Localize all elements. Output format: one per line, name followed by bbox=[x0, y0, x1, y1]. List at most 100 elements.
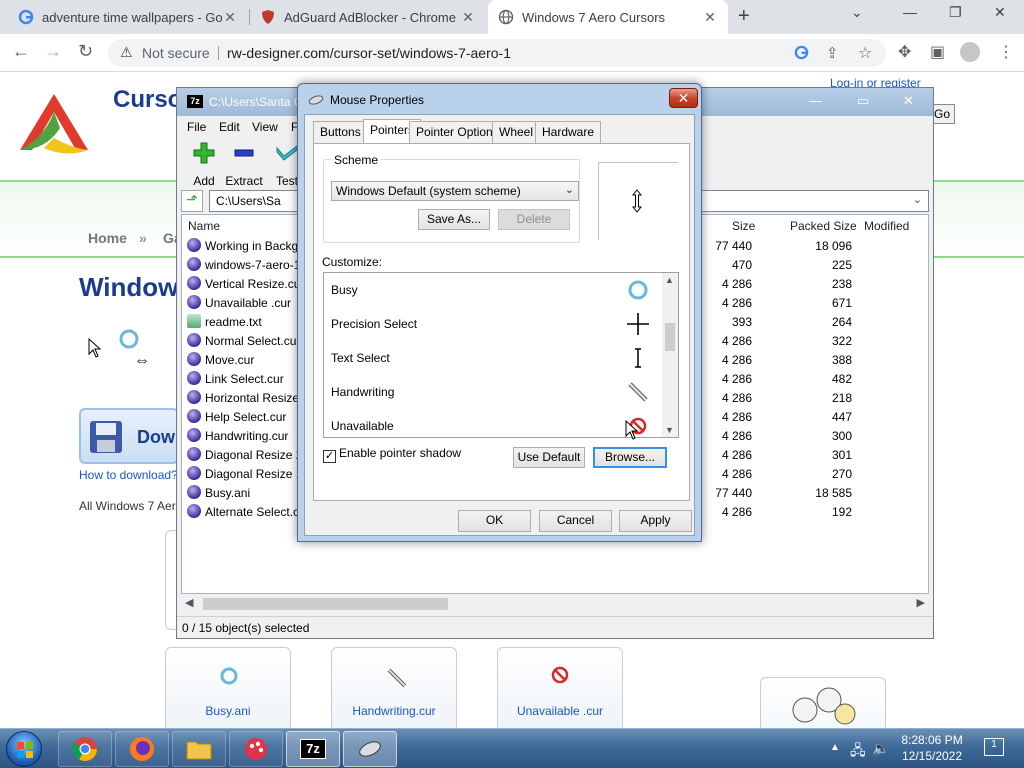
tab-hardware[interactable]: Hardware bbox=[535, 121, 602, 143]
address-bar[interactable]: ⚠ Not secure rw-designer.com/cursor-set/… bbox=[108, 39, 886, 67]
tab-close-icon[interactable]: ✕ bbox=[222, 9, 238, 26]
path-text: C:\Users\Sa bbox=[216, 194, 281, 208]
cursor-card-busy[interactable]: Busy.ani bbox=[165, 647, 291, 728]
scroll-thumb[interactable] bbox=[665, 323, 675, 351]
url-text[interactable]: rw-designer.com/cursor-set/windows-7-aer… bbox=[227, 45, 511, 61]
column-packed-size[interactable]: Packed Size bbox=[790, 219, 857, 233]
ok-button[interactable]: OK bbox=[458, 510, 531, 532]
taskbar-7zip[interactable]: 7z bbox=[286, 731, 340, 767]
cursor-file-icon bbox=[187, 428, 201, 442]
maximize-icon[interactable]: ▭ bbox=[857, 93, 869, 109]
card-name[interactable]: Unavailable .cur bbox=[498, 704, 622, 718]
tab-search-chevron-icon[interactable]: ⌄ bbox=[851, 4, 863, 21]
tab-wheel[interactable]: Wheel bbox=[492, 121, 541, 143]
side-panel-icon[interactable]: ▣ bbox=[930, 42, 945, 62]
download-label[interactable]: Dow bbox=[137, 427, 175, 448]
apply-button[interactable]: Apply bbox=[619, 510, 692, 532]
show-hidden-icons-icon[interactable]: ▲ bbox=[830, 742, 840, 753]
extensions-puzzle-icon[interactable]: ✥ bbox=[898, 42, 911, 62]
menu-file[interactable]: File bbox=[187, 120, 206, 134]
forward-arrow-icon[interactable]: → bbox=[44, 41, 62, 62]
file-name: Diagonal Resize 1. bbox=[205, 467, 306, 481]
new-tab-button[interactable]: + bbox=[738, 5, 750, 28]
file-name: Diagonal Resize 2. bbox=[205, 448, 306, 462]
minimize-icon[interactable]: — bbox=[809, 93, 822, 108]
system-clock[interactable]: 8:28:06 PM 12/15/2022 bbox=[894, 732, 970, 764]
restore-icon[interactable]: ❐ bbox=[949, 4, 962, 21]
scheme-dropdown[interactable]: Windows Default (system scheme) ⌄ bbox=[331, 181, 579, 201]
7zip-icon: 7z bbox=[300, 739, 326, 759]
taskbar-mouse-properties[interactable] bbox=[343, 731, 397, 767]
taskbar-paint-app[interactable] bbox=[229, 731, 283, 767]
pointer-list[interactable]: Busy Precision Select Text Select Handwr… bbox=[323, 272, 679, 438]
cursor-file-icon bbox=[187, 352, 201, 366]
cursor-card-unavailable[interactable]: Unavailable .cur bbox=[497, 647, 623, 728]
warning-triangle-icon[interactable]: ⚠ bbox=[120, 44, 133, 61]
volume-icon[interactable]: 🔈 bbox=[872, 740, 889, 757]
notification-center-icon[interactable]: 1 bbox=[984, 738, 1004, 756]
close-window-icon[interactable]: ✕ bbox=[994, 4, 1006, 21]
security-label[interactable]: Not secure bbox=[142, 45, 210, 61]
close-icon[interactable]: ✕ bbox=[903, 93, 914, 109]
column-modified[interactable]: Modified bbox=[864, 219, 909, 233]
taskbar-file-explorer[interactable] bbox=[172, 731, 226, 767]
tab-buttons[interactable]: Buttons bbox=[313, 121, 368, 143]
check-icon bbox=[276, 144, 298, 161]
card-name[interactable]: Busy.ani bbox=[166, 704, 290, 718]
file-name: Working in Backg bbox=[205, 239, 299, 253]
pointer-row-busy[interactable]: Busy bbox=[324, 273, 664, 307]
bookmark-star-icon[interactable]: ☆ bbox=[858, 43, 872, 63]
dialog-close-button[interactable]: ✕ bbox=[669, 88, 698, 108]
folder-up-icon[interactable]: ⬏ bbox=[181, 190, 203, 212]
how-to-download-link[interactable]: How to download? bbox=[79, 468, 178, 482]
share-icon[interactable]: ⇪ bbox=[826, 44, 839, 62]
tab-adventure-time[interactable]: adventure time wallpapers - Goo ✕ bbox=[8, 0, 248, 34]
pointer-row-handwriting[interactable]: Handwriting bbox=[324, 375, 664, 409]
reload-icon[interactable]: ↻ bbox=[78, 41, 93, 62]
tab-close-icon[interactable]: ✕ bbox=[460, 9, 476, 26]
pointer-row-precision-select[interactable]: Precision Select bbox=[324, 307, 664, 341]
pointer-row-text-select[interactable]: Text Select bbox=[324, 341, 664, 375]
scroll-up-icon[interactable]: ▲ bbox=[665, 275, 674, 285]
scroll-left-icon[interactable]: ◀ bbox=[185, 596, 193, 609]
minimize-icon[interactable]: — bbox=[903, 4, 917, 20]
cursor-file-icon bbox=[187, 371, 201, 385]
cursor-card-handwriting[interactable]: Handwriting.cur bbox=[331, 647, 457, 728]
network-icon[interactable]: 🖧 bbox=[850, 740, 866, 764]
scroll-right-icon[interactable]: ▶ bbox=[917, 596, 925, 609]
save-as-button[interactable]: Save As... bbox=[418, 209, 490, 230]
tab-close-icon[interactable]: ✕ bbox=[702, 9, 718, 26]
delete-button[interactable]: Delete bbox=[498, 209, 570, 230]
system-tray: ▲ 🖧 🔈 8:28:06 PM 12/15/2022 1 bbox=[826, 729, 1024, 768]
download-button[interactable]: Dow bbox=[79, 408, 179, 464]
pointer-row-unavailable[interactable]: Unavailable bbox=[324, 409, 664, 437]
taskbar-chrome[interactable] bbox=[58, 731, 112, 767]
cursor-card-cartoon[interactable] bbox=[760, 677, 886, 728]
profile-avatar-icon[interactable] bbox=[960, 42, 980, 62]
file-packed-size: 18 585 bbox=[815, 486, 852, 500]
card-name[interactable]: Handwriting.cur bbox=[332, 704, 456, 718]
scroll-thumb[interactable] bbox=[203, 598, 448, 610]
taskbar-firefox[interactable] bbox=[115, 731, 169, 767]
chrome-menu-icon[interactable]: ⋮ bbox=[998, 42, 1014, 62]
pointer-name: Precision Select bbox=[331, 317, 418, 331]
menu-edit[interactable]: Edit bbox=[219, 120, 240, 134]
back-arrow-icon[interactable]: ← bbox=[12, 41, 30, 62]
scroll-down-icon[interactable]: ▼ bbox=[665, 425, 674, 435]
checkbox-checkmark-icon[interactable]: ✓ bbox=[323, 450, 336, 463]
pointer-list-scrollbar[interactable]: ▲ ▼ bbox=[662, 273, 678, 437]
breadcrumb-home[interactable]: Home bbox=[88, 230, 127, 246]
browse-button[interactable]: Browse... bbox=[593, 447, 667, 468]
tab-adguard[interactable]: AdGuard AdBlocker - Chrome W ✕ bbox=[250, 0, 486, 34]
column-size[interactable]: Size bbox=[732, 219, 755, 233]
google-lens-icon[interactable] bbox=[794, 45, 809, 60]
enable-pointer-shadow-checkbox[interactable]: ✓ Enable pointer shadow bbox=[323, 446, 461, 463]
start-button-windows-logo-icon[interactable] bbox=[6, 731, 42, 767]
path-dropdown-icon[interactable]: ⌄ bbox=[913, 193, 922, 206]
cancel-button[interactable]: Cancel bbox=[539, 510, 612, 532]
tab-windows-7-aero[interactable]: Windows 7 Aero Cursors ✕ bbox=[488, 0, 728, 34]
horizontal-scrollbar[interactable]: ◀ ▶ bbox=[181, 596, 929, 612]
column-name[interactable]: Name bbox=[188, 219, 220, 233]
menu-view[interactable]: View bbox=[252, 120, 278, 134]
use-default-button[interactable]: Use Default bbox=[513, 447, 585, 468]
